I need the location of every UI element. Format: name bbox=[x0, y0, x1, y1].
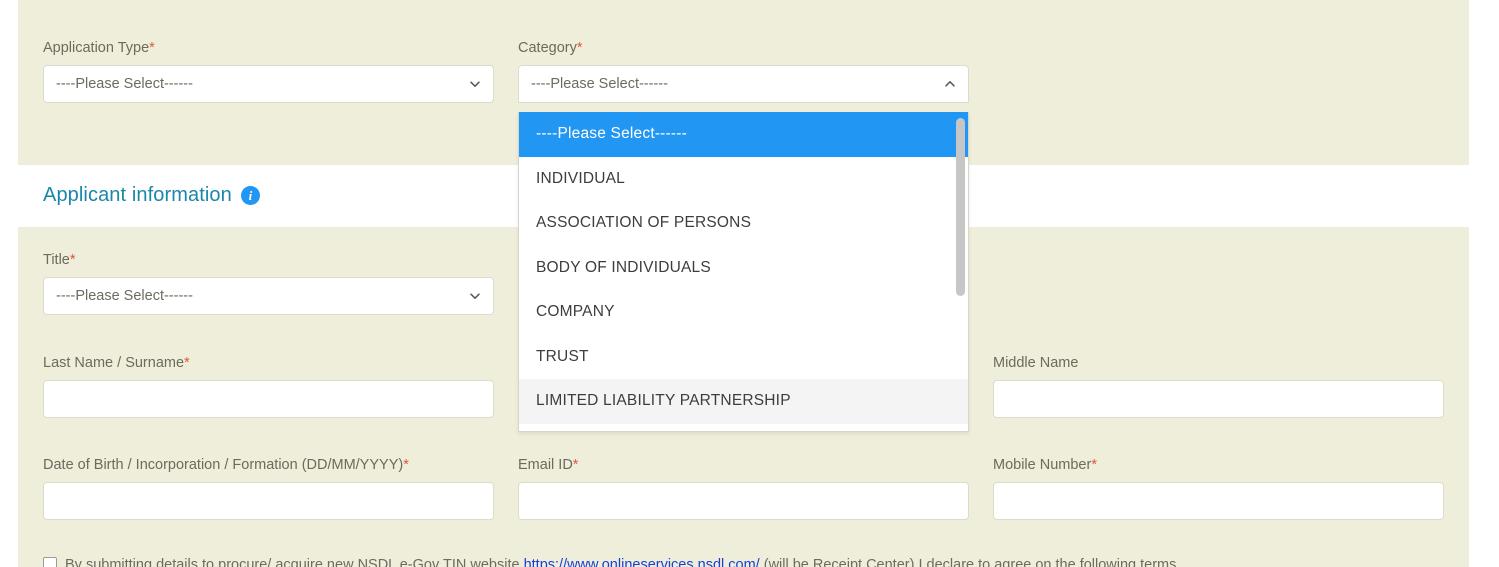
application-type-select[interactable]: ----Please Select------ bbox=[43, 65, 494, 103]
category-option[interactable]: TRUST bbox=[519, 335, 968, 380]
middle-name-input[interactable] bbox=[993, 380, 1444, 418]
field-mobile-number: Mobile Number* bbox=[993, 457, 1444, 520]
required-asterisk: * bbox=[149, 40, 155, 56]
label-category: Category* bbox=[518, 40, 583, 56]
category-option[interactable]: LIMITED LIABILITY PARTNERSHIP bbox=[519, 379, 968, 424]
chevron-up-icon bbox=[944, 78, 956, 90]
label-email-id: Email ID* bbox=[518, 457, 579, 473]
field-application-type: Application Type* ----Please Select-----… bbox=[43, 40, 494, 103]
required-asterisk: * bbox=[69, 252, 76, 268]
required-asterisk: * bbox=[184, 355, 190, 371]
required-asterisk: * bbox=[572, 457, 579, 473]
field-email-id: Email ID* bbox=[518, 457, 969, 520]
label-date-of-birth: Date of Birth / Incorporation / Formatio… bbox=[43, 457, 409, 473]
title-value: ----Please Select------ bbox=[56, 288, 193, 304]
date-of-birth-input[interactable] bbox=[43, 482, 494, 520]
chevron-down-icon bbox=[469, 78, 481, 90]
application-form-page: Application Type* ----Please Select-----… bbox=[0, 0, 1499, 567]
label-application-type: Application Type* bbox=[43, 40, 155, 56]
declaration-text-after: I declare to agree on the following term… bbox=[918, 557, 1177, 567]
field-title: Title* ----Please Select------ bbox=[43, 252, 494, 315]
category-select[interactable]: ----Please Select------ bbox=[518, 65, 969, 103]
info-circle-icon[interactable]: i bbox=[240, 186, 260, 205]
field-last-name: Last Name / Surname* bbox=[43, 355, 494, 418]
applicant-information-heading: Applicant information i bbox=[43, 184, 260, 207]
declaration-text-before: By submitting details to procure/ acquir… bbox=[65, 557, 520, 567]
required-asterisk: * bbox=[1091, 457, 1097, 473]
declaration-checkbox[interactable] bbox=[43, 557, 57, 567]
field-date-of-birth: Date of Birth / Incorporation / Formatio… bbox=[43, 457, 494, 520]
title-select[interactable]: ----Please Select------ bbox=[43, 277, 494, 315]
label-middle-name: Middle Name bbox=[993, 355, 1079, 371]
category-option[interactable]: ----Please Select------ bbox=[519, 112, 968, 157]
declaration-row: By submitting details to procure/ acquir… bbox=[43, 556, 1443, 567]
email-id-input[interactable] bbox=[518, 482, 969, 520]
label-title: Title* bbox=[43, 252, 76, 268]
declaration-text-middle: (will be Receipt Center) bbox=[763, 557, 915, 567]
category-option[interactable]: ASSOCIATION OF PERSONS bbox=[519, 201, 968, 246]
required-asterisk: * bbox=[576, 40, 583, 56]
category-value: ----Please Select------ bbox=[531, 76, 668, 92]
field-category: Category* ----Please Select------ bbox=[518, 40, 969, 103]
last-name-input[interactable] bbox=[43, 380, 494, 418]
application-type-value: ----Please Select------ bbox=[56, 76, 193, 92]
mobile-number-input[interactable] bbox=[993, 482, 1444, 520]
declaration-text: By submitting details to procure/ acquir… bbox=[65, 556, 1176, 567]
category-options-scrollport[interactable]: ----Please Select------ INDIVIDUAL ASSOCIA… bbox=[519, 112, 968, 431]
category-dropdown-list[interactable]: ----Please Select------ INDIVIDUAL ASSOCIA… bbox=[518, 112, 969, 432]
nsdl-link[interactable]: https://www.onlineservices.nsdl.com/ bbox=[524, 557, 760, 567]
dropdown-scrollbar[interactable] bbox=[956, 114, 965, 428]
dropdown-scrollbar-thumb[interactable] bbox=[956, 118, 965, 296]
category-option[interactable]: INDIVIDUAL bbox=[519, 157, 968, 202]
chevron-down-icon bbox=[469, 290, 481, 302]
category-option[interactable]: BODY OF INDIVIDUALS bbox=[519, 246, 968, 291]
field-middle-name: Middle Name bbox=[993, 355, 1444, 418]
category-option[interactable]: COMPANY bbox=[519, 290, 968, 335]
page-title: Applicant information bbox=[43, 184, 232, 206]
label-mobile-number: Mobile Number* bbox=[993, 457, 1097, 473]
required-asterisk: * bbox=[403, 457, 409, 473]
label-last-name: Last Name / Surname* bbox=[43, 355, 190, 371]
